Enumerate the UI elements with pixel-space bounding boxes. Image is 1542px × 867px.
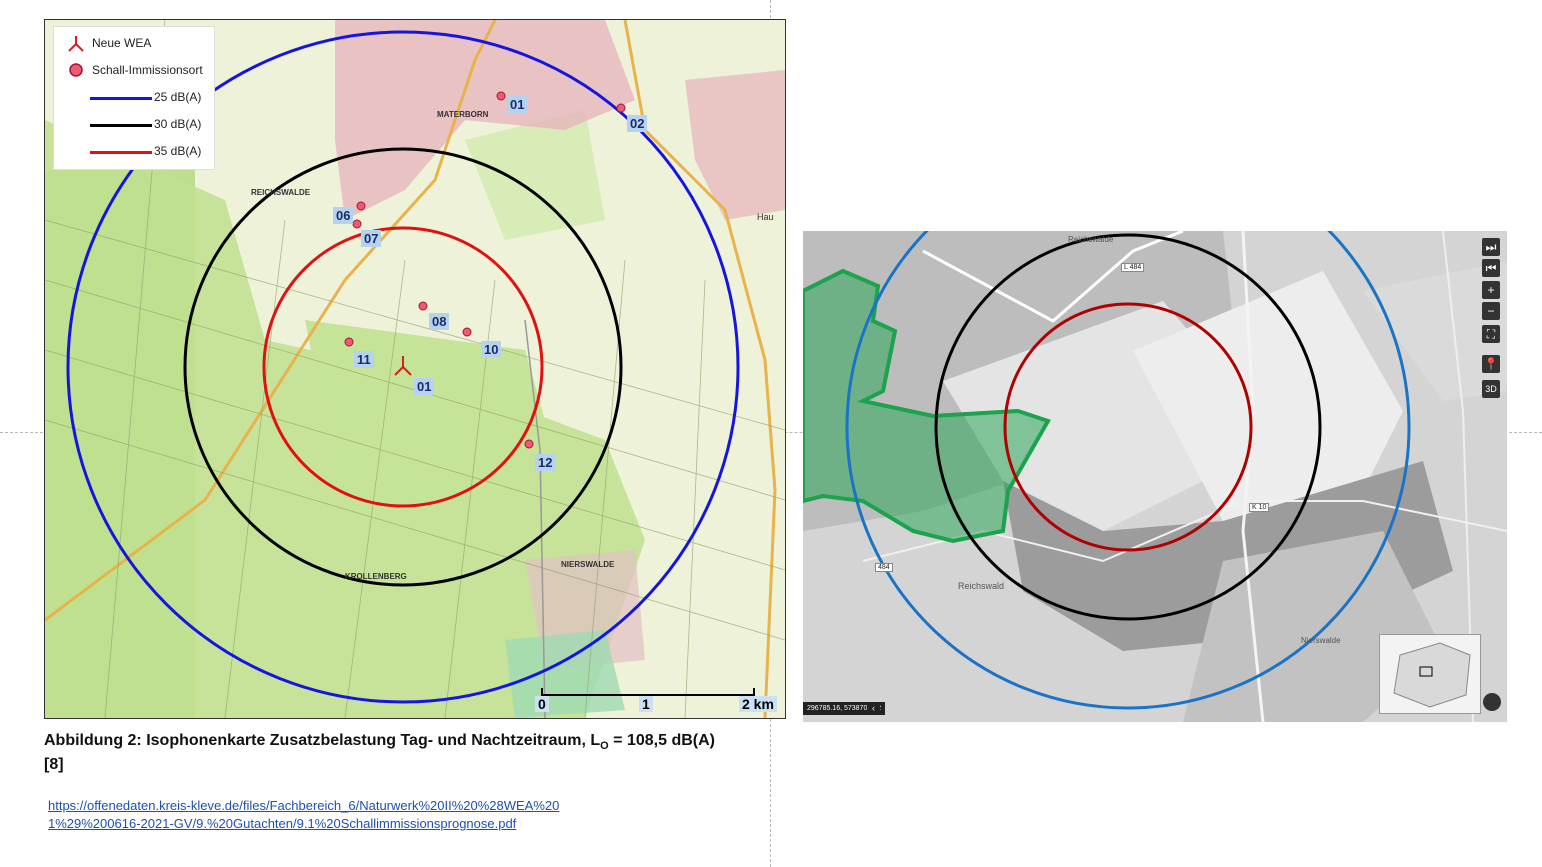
legend-immission-label: Schall-Immissionsort	[92, 63, 203, 77]
place-label: Reichswalde	[1068, 235, 1114, 244]
location-button[interactable]: 📍	[1482, 355, 1500, 373]
3d-button[interactable]: 3D	[1482, 380, 1500, 398]
caption-subscript: O	[600, 740, 609, 753]
road-label: L 484	[1121, 263, 1145, 272]
place-label: Reichswald	[958, 581, 1005, 591]
overview-minimap[interactable]	[1379, 634, 1481, 714]
collapse-chevron-icon[interactable]: ‹	[867, 702, 880, 715]
point-label: 11	[354, 351, 374, 368]
legend-35db: 35 dB(A)	[54, 141, 214, 161]
legend-30db-label: 30 dB(A)	[154, 117, 202, 131]
figure-caption: Abbildung 2: Isophonenkarte Zusatzbelast…	[44, 732, 715, 752]
place-label: NIERSWALDE	[561, 560, 615, 569]
legend-25db-label: 25 dB(A)	[154, 90, 202, 104]
place-label: Nierswalde	[1301, 636, 1341, 645]
back-button[interactable]: ⏮	[1482, 259, 1500, 277]
forward-button[interactable]: ⏭	[1482, 238, 1500, 256]
place-label: REICHSWALDE	[251, 188, 311, 197]
caption-text-end: = 108,5 dB(A)	[608, 732, 715, 749]
legend-30db-line	[90, 124, 152, 127]
legend-immission: Schall-Immissionsort	[54, 60, 214, 80]
legend-25db-line	[90, 97, 152, 100]
overview-map-graphic	[1393, 642, 1471, 708]
legend-wea-label: Neue WEA	[92, 36, 152, 50]
source-link[interactable]: https://offenedaten.kreis-kleve.de/files…	[48, 797, 578, 833]
point-label: 07	[361, 230, 382, 247]
zoom-out-button[interactable]: −	[1482, 302, 1500, 320]
scale-label: 2 km	[739, 696, 777, 712]
road-label: K 10	[1249, 503, 1270, 512]
point-label: 08	[429, 313, 450, 330]
gis-map-viewer[interactable]: Reichswalde Reichswald Nierswalde L 484 …	[803, 231, 1507, 722]
map-legend: Neue WEA Schall-Immissionsort 25 dB(A) 3…	[53, 26, 215, 170]
zoom-in-button[interactable]: +	[1482, 281, 1500, 299]
immission-icon	[69, 63, 83, 77]
wea-icon	[68, 36, 84, 52]
isophone-map: Neue WEA Schall-Immissionsort 25 dB(A) 3…	[44, 19, 786, 719]
caption-text: Abbildung 2: Isophonenkarte Zusatzbelast…	[44, 732, 601, 749]
point-label: 02	[627, 115, 648, 132]
point-label: 01	[507, 96, 528, 113]
fullscreen-button[interactable]: ⛶	[1482, 325, 1500, 343]
caption-reference: [8]	[44, 756, 64, 773]
scale-bar	[541, 688, 755, 696]
legend-35db-label: 35 dB(A)	[154, 144, 202, 158]
legend-25db: 25 dB(A)	[54, 87, 214, 107]
legend-35db-line	[90, 151, 152, 154]
place-label: MATERBORN	[437, 110, 489, 119]
point-label: 06	[333, 207, 354, 224]
globe-icon[interactable]	[1483, 693, 1501, 711]
point-label: 12	[535, 454, 556, 471]
point-label: 10	[481, 341, 502, 358]
place-label: KROLLENBERG	[345, 572, 407, 581]
legend-wea: Neue WEA	[54, 33, 214, 53]
place-label: Hau	[757, 212, 774, 222]
legend-30db: 30 dB(A)	[54, 114, 214, 134]
road-label: 484	[875, 563, 893, 572]
scale-label: 0	[535, 696, 549, 712]
point-label: 01	[414, 378, 435, 395]
scale-label: 1	[639, 696, 653, 712]
